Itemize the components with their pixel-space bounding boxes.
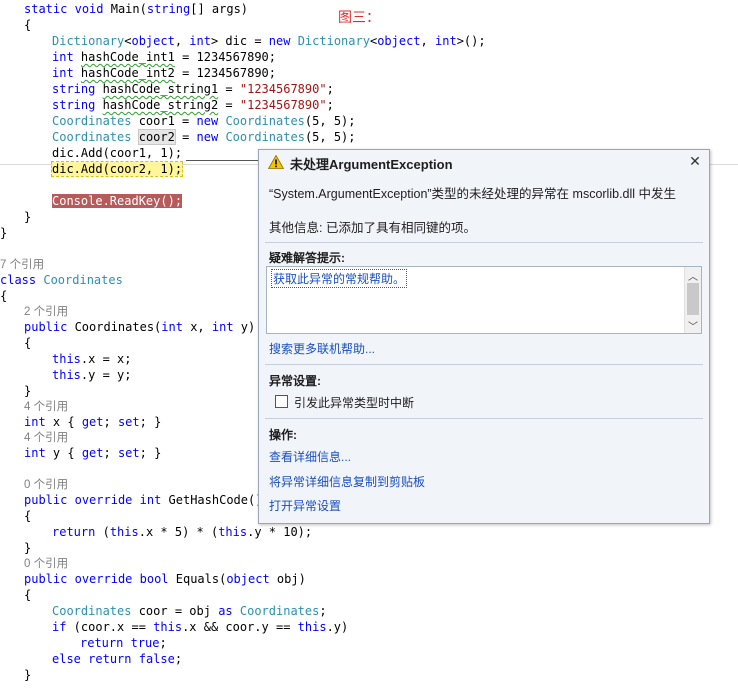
- divider: [265, 242, 703, 243]
- break-on-exception-checkbox[interactable]: [275, 395, 288, 408]
- code-line[interactable]: {: [24, 508, 31, 524]
- code-line[interactable]: return true;: [80, 635, 167, 651]
- code-line[interactable]: dic.Add(coor1, 1);: [52, 145, 182, 161]
- break-on-exception-label: 引发此异常类型时中断: [294, 396, 415, 410]
- code-line[interactable]: dic.Add(coor2, 1);: [50, 161, 184, 177]
- view-details-link[interactable]: 查看详细信息...: [269, 448, 351, 465]
- code-line[interactable]: else return false;: [52, 651, 182, 667]
- open-exception-settings-link[interactable]: 打开异常设置: [269, 497, 341, 514]
- code-line[interactable]: int x { get; set; }: [24, 414, 161, 430]
- line-separator: [708, 164, 738, 165]
- code-line[interactable]: string hashCode_string2 = "1234567890";: [52, 97, 334, 113]
- troubleshooting-header: 疑难解答提示:: [269, 251, 345, 265]
- code-line[interactable]: {: [24, 17, 31, 33]
- popup-title: 未处理ArgumentException: [290, 157, 453, 172]
- code-line[interactable]: int y { get; set; }: [24, 445, 161, 461]
- divider: [265, 418, 703, 419]
- code-line[interactable]: public override bool Equals(object obj): [24, 571, 306, 587]
- divider: [265, 364, 703, 365]
- code-line[interactable]: this.x = x;: [52, 351, 131, 367]
- exception-other-info: 其他信息: 已添加了具有相同键的项。: [269, 221, 476, 235]
- exception-message: “System.ArgumentException”类型的未经处理的异常在 ms…: [269, 187, 677, 201]
- code-line[interactable]: if (coor.x == this.x && coor.y == this.y…: [52, 619, 348, 635]
- code-line[interactable]: public Coordinates(int x, int y): [24, 319, 255, 335]
- code-line[interactable]: return (this.x * 5) * (this.y * 10);: [52, 524, 312, 540]
- code-line[interactable]: }: [0, 225, 7, 241]
- tips-scrollbar[interactable]: ︿ ﹀: [684, 267, 701, 333]
- exception-popup: 未处理ArgumentException ✕ “System.ArgumentE…: [258, 149, 710, 524]
- code-line[interactable]: }: [24, 667, 31, 683]
- code-line[interactable]: 2 个引用: [24, 303, 68, 319]
- warning-icon: [268, 155, 284, 169]
- general-help-link[interactable]: 获取此异常的常规帮助。: [271, 269, 408, 288]
- actions-header: 操作:: [269, 428, 297, 442]
- copy-details-link[interactable]: 将异常详细信息复制到剪贴板: [269, 473, 425, 490]
- code-line[interactable]: }: [24, 540, 31, 556]
- code-line[interactable]: Coordinates coor = obj as Coordinates;: [52, 603, 327, 619]
- code-line[interactable]: 0 个引用: [24, 476, 68, 492]
- code-line[interactable]: Dictionary<object, int> dic = new Dictio…: [52, 33, 486, 49]
- code-line[interactable]: static void Main(string[] args): [24, 1, 248, 17]
- code-line[interactable]: class Coordinates: [0, 272, 123, 288]
- code-line[interactable]: string hashCode_string1 = "1234567890";: [52, 81, 334, 97]
- code-line[interactable]: {: [24, 335, 31, 351]
- code-line[interactable]: }: [24, 209, 31, 225]
- code-line[interactable]: {: [0, 288, 7, 304]
- code-line[interactable]: Coordinates coor2 = new Coordinates(5, 5…: [52, 129, 356, 145]
- code-line[interactable]: int hashCode_int1 = 1234567890;: [52, 49, 276, 65]
- code-line[interactable]: Console.ReadKey();: [52, 193, 183, 209]
- code-line[interactable]: }: [24, 383, 31, 399]
- search-online-help-link[interactable]: 搜索更多联机帮助...: [269, 340, 375, 357]
- figure-label: 图三：: [338, 10, 380, 26]
- code-line[interactable]: {: [24, 587, 31, 603]
- exception-settings-header: 异常设置:: [269, 374, 321, 388]
- popup-connector-line: [186, 160, 258, 161]
- code-line[interactable]: 4 个引用: [24, 398, 68, 414]
- code-line[interactable]: Coordinates coor1 = new Coordinates(5, 5…: [52, 113, 356, 129]
- popup-title-bar: 未处理ArgumentException ✕: [259, 150, 709, 174]
- code-line[interactable]: int hashCode_int2 = 1234567890;: [52, 65, 276, 81]
- chevron-up-icon[interactable]: ︿: [688, 268, 698, 283]
- code-line[interactable]: 7 个引用: [0, 256, 44, 272]
- troubleshooting-tips-list[interactable]: 获取此异常的常规帮助。 ︿ ﹀: [266, 266, 702, 334]
- code-line[interactable]: 4 个引用: [24, 429, 68, 445]
- close-icon[interactable]: ✕: [688, 154, 702, 168]
- code-line[interactable]: this.y = y;: [52, 367, 131, 383]
- code-line[interactable]: 0 个引用: [24, 555, 68, 571]
- scrollbar-thumb[interactable]: [687, 283, 699, 315]
- code-line[interactable]: public override int GetHashCode(): [24, 492, 262, 508]
- chevron-down-icon[interactable]: ﹀: [688, 318, 698, 333]
